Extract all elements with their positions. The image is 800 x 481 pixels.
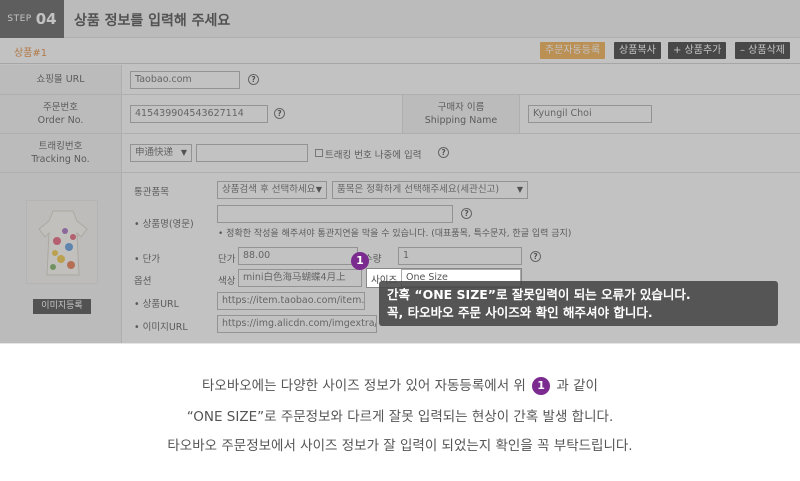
carrier-select[interactable]: 申通快递 [130,144,192,162]
label-text: 트래킹번호 [38,141,83,152]
step-number: 04 [35,10,57,28]
customs-label: 통관품목 [134,187,169,198]
note-marker: 1 [532,377,551,395]
option-label: 옵션 [134,276,152,287]
color-input[interactable]: mini白色海马蝴蝶4月上 [238,269,362,287]
customs-search-select[interactable]: 상품검색 후 선택하세요 [217,181,327,199]
step-badge: STEP 04 [0,0,64,38]
product-url-input[interactable]: https://item.taobao.com/item.htm? [217,292,365,310]
help-icon[interactable]: ? [248,74,259,85]
row-order-no: 주문번호 Order No. 415439904543627114 ? 구매자 … [0,95,800,134]
help-icon[interactable]: ? [438,147,449,158]
image-register-button[interactable]: 이미지등록 [33,299,91,314]
image-url-label: • 이미지URL [134,322,188,333]
step-label: STEP [7,14,32,24]
unit-price-input[interactable]: 88.00 [238,247,358,265]
label-mall-url: 쇼핑몰 URL [0,65,122,94]
delete-product-button[interactable]: – 상품삭제 [735,42,790,59]
label-text-en: Shipping Name [424,115,498,126]
note-line-3: 타오바오 주문정보에서 사이즈 정보가 잘 입력이 되었는지 확인을 꼭 부탁드… [167,438,633,454]
product-image [26,200,98,284]
label-text-en: Tracking No. [31,154,90,165]
label-text: 쇼핑몰 URL [36,74,85,85]
screenshot-panel: STEP 04 상품 정보를 입력해 주세요 상품#1 주문자동등록 상품복사 … [0,0,800,343]
label-text: 주문번호 [43,102,78,113]
quantity-input[interactable]: 1 [398,247,522,265]
label-text-en: Order No. [37,115,84,126]
tooltip-line-2: 꼭, 타오바오 주문 사이즈와 확인 해주셔야 합니다. [387,305,653,320]
note-text: 과 같이 [556,378,598,394]
product-toolbar: 상품#1 주문자동등록 상품복사 + 상품추가 – 상품삭제 [0,38,800,64]
price-label: • 단가 [134,254,161,265]
product-name-label: • 상품명(영문) [134,219,194,230]
step-header: STEP 04 상품 정보를 입력해 주세요 [0,0,800,38]
label-text: 구매자 이름 [437,102,485,113]
label-buyer: 구매자 이름 Shipping Name [402,95,520,133]
product-name-input[interactable] [217,205,453,223]
color-label: 색상 [218,276,236,287]
product-url-label: • 상품URL [134,299,179,310]
later-checkbox[interactable] [315,149,323,157]
buyer-name-input[interactable]: Kyungil Choi [528,105,652,123]
help-icon[interactable]: ? [530,251,541,262]
label-tracking: 트래킹번호 Tracking No. [0,134,122,172]
product-name-hint: • 정확한 작성을 해주셔야 통관지연을 막을 수 있습니다. (대표품목, 특… [218,229,572,239]
warning-tooltip: 간혹 “ONE SIZE”로 잘못입력이 되는 오류가 있습니다. 꼭, 타오바… [379,281,778,326]
dress-image [38,210,88,276]
note-text: 타오바오에는 다양한 사이즈 정보가 있어 자동등록에서 위 [202,378,526,394]
unit-price-label: 단가 [218,254,236,265]
tooltip-line-1: 간혹 “ONE SIZE”로 잘못입력이 되는 오류가 있습니다. [387,287,691,302]
product-tag: 상품#1 [14,48,48,59]
note-line-2: “ONE SIZE”로 주문정보와 다르게 잘못 입력되는 현상이 간혹 발생 … [186,409,614,425]
callout-marker: 1 [351,252,369,270]
tracking-no-input[interactable] [196,144,308,162]
image-url-input[interactable]: https://img.alicdn.com/imgextra/i4/... [217,315,377,333]
note-line-1: 타오바오에는 다양한 사이즈 정보가 있어 자동등록에서 위 1 과 같이 [0,374,800,395]
help-icon[interactable]: ? [461,208,472,219]
help-icon[interactable]: ? [274,108,285,119]
notes-section: 타오바오에는 다양한 사이즈 정보가 있어 자동등록에서 위 1 과 같이 “O… [0,343,800,481]
row-tracking: 트래킹번호 Tracking No. 申通快递 트래킹 번호 나중에 입력 ? [0,134,800,173]
auto-register-button[interactable]: 주문자동등록 [540,42,606,59]
page-title: 상품 정보를 입력해 주세요 [74,13,231,29]
row-mall-url: 쇼핑몰 URL Taobao.com ? [0,65,800,95]
customs-item-select[interactable]: 품목은 정확하게 선택해주세요(세관신고) [332,181,528,199]
order-no-input[interactable]: 415439904543627114 [130,105,268,123]
copy-product-button[interactable]: 상품복사 [614,42,661,59]
later-label: 트래킹 번호 나중에 입력 [325,150,422,161]
add-product-button[interactable]: + 상품추가 [668,42,727,59]
mall-url-input[interactable]: Taobao.com [130,71,240,89]
label-order-no: 주문번호 Order No. [0,95,122,133]
